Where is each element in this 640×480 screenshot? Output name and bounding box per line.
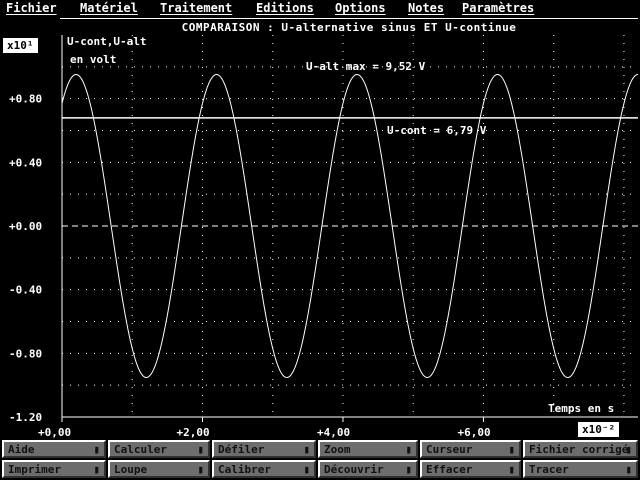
button-label: Fichier corrigé [529, 443, 629, 456]
x-axis-label: Temps en s [548, 402, 614, 415]
y-tick-label: +0.80 [9, 93, 42, 106]
y-axis-label-line1: U-cont,U-alt [67, 35, 146, 48]
button-marker-icon: ▮ [405, 463, 412, 476]
button-calibrer[interactable]: Calibrer ▮ [212, 460, 316, 478]
plot-frame [61, 35, 638, 418]
x-exponent-box: x10⁻² [578, 422, 620, 437]
y-tick-label: +0.40 [9, 156, 42, 169]
button-fichier-corrig-[interactable]: Fichier corrigé ▮ [523, 440, 638, 458]
button-label: Découvrir [324, 463, 384, 476]
button-marker-icon: ▮ [508, 463, 515, 476]
grid [62, 35, 638, 417]
x-tick-label: +4,00 [317, 426, 350, 439]
button-label: Aide [8, 443, 35, 456]
button-imprimer[interactable]: Imprimer ▮ [2, 460, 106, 478]
button-label: Défiler [218, 443, 265, 456]
y-exponent-box: x10¹ [3, 38, 38, 53]
button-effacer[interactable]: Effacer ▮ [420, 460, 521, 478]
button-loupe[interactable]: Loupe ▮ [108, 460, 210, 478]
x-tick-label: +2,00 [176, 426, 209, 439]
button-marker-icon: ▮ [93, 463, 100, 476]
y-tick-label: -0.80 [9, 347, 42, 360]
y-axis-label-line2: en volt [70, 53, 116, 66]
button-tracer[interactable]: Tracer ▮ [523, 460, 638, 478]
plot-area[interactable]: +0.80 +0.40 +0.00 -0.40 -0.80 -1.20 +0,00 +2,00… [0, 0, 640, 440]
y-tick-label: -0.40 [9, 284, 42, 297]
ucont-annotation: U-cont = 6,79 V [387, 124, 487, 137]
button-aide[interactable]: Aide ▮ [2, 440, 106, 458]
button-marker-icon: ▮ [508, 443, 515, 456]
button-label: Calculer [114, 443, 167, 456]
tick-labels: +0.80 +0.40 +0.00 -0.40 -0.80 -1.20 +0,00 +2,00… [9, 93, 491, 439]
button-marker-icon: ▮ [303, 443, 310, 456]
button-marker-icon: ▮ [625, 463, 632, 476]
y-tick-label: +0.00 [9, 220, 42, 233]
button-label: Calibrer [218, 463, 271, 476]
button-marker-icon: ▮ [197, 443, 204, 456]
button-label: Imprimer [8, 463, 61, 476]
button-label: Effacer [426, 463, 473, 476]
button-zoom[interactable]: Zoom ▮ [318, 440, 418, 458]
x-tick-label: +6,00 [457, 426, 490, 439]
button-label: Curseur [426, 443, 473, 456]
button-marker-icon: ▮ [405, 443, 412, 456]
button-marker-icon: ▮ [303, 463, 310, 476]
ualt-max-annotation: U-alt max = 9,52 V [306, 60, 426, 73]
button-marker-icon: ▮ [197, 463, 204, 476]
button-calculer[interactable]: Calculer ▮ [108, 440, 210, 458]
button-d-couvrir[interactable]: Découvrir ▮ [318, 460, 418, 478]
y-tick-label: -1.20 [9, 411, 42, 424]
button-label: Loupe [114, 463, 148, 476]
button-marker-icon: ▮ [625, 443, 632, 456]
button-label: Zoom [324, 443, 351, 456]
series-group [61, 73, 639, 379]
x-tick-label: +0,00 [38, 426, 71, 439]
button-curseur[interactable]: Curseur ▮ [420, 440, 521, 458]
button-d-filer[interactable]: Défiler ▮ [212, 440, 316, 458]
button-label: Tracer [529, 463, 569, 476]
series-line-ualt [61, 73, 639, 379]
button-marker-icon: ▮ [93, 443, 100, 456]
